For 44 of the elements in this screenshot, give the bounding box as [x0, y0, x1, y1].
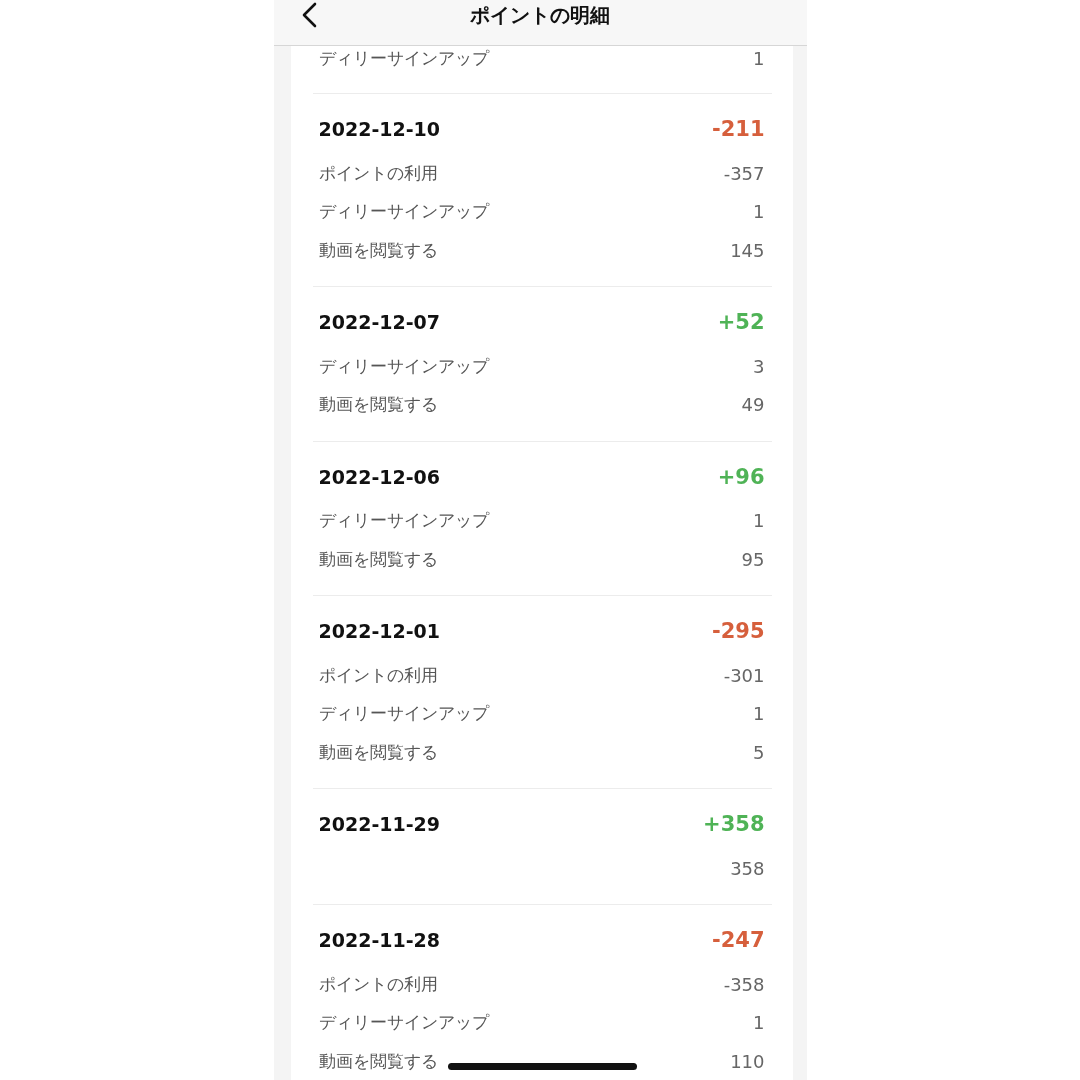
entry-date: 2022-11-29: [318, 813, 441, 835]
item-value: 5: [753, 741, 765, 763]
item-label: ポイントの利用: [318, 663, 438, 687]
item-label: 動画を閲覧する: [318, 740, 438, 764]
item-label: ディリーサインアップ: [318, 509, 489, 533]
item-value: 1: [753, 703, 765, 725]
item-value: 49: [741, 394, 765, 416]
entry-total: -211: [711, 117, 765, 141]
item-value: 145: [730, 239, 765, 261]
item-label: ディリーサインアップ: [318, 200, 489, 224]
entry-total: +96: [717, 464, 765, 489]
item-value: 3: [753, 355, 765, 377]
entry-date: 2022-12-01: [318, 620, 441, 642]
item-value: 1: [753, 201, 765, 223]
entry-total: -247: [711, 928, 765, 952]
item-value: 95: [741, 548, 765, 570]
entry-date: 2022-12-10: [318, 118, 441, 140]
item-label: ディリーサインアップ: [318, 702, 489, 726]
item-label: 動画を閲覧する: [318, 238, 438, 262]
entry-total: +358: [703, 812, 765, 836]
item-value: -357: [723, 162, 765, 184]
item-label: 動画を閲覧する: [318, 393, 438, 417]
chevron-left-icon: [300, 2, 317, 28]
item-value: -358: [723, 973, 765, 995]
item-value: 1: [753, 47, 765, 69]
item-value: 358: [730, 857, 765, 879]
item-label: ディリーサインアップ: [318, 354, 489, 378]
entry-date: 2022-12-07: [318, 311, 441, 333]
entry-total: +52: [717, 310, 765, 334]
entry-date: 2022-12-06: [318, 465, 441, 488]
entry-date: 2022-11-28: [318, 929, 441, 951]
item-label: ディリーサインアップ: [318, 1011, 489, 1035]
item-label: ポイントの利用: [318, 161, 438, 185]
item-label: 動画を閲覧する: [318, 547, 438, 571]
item-label: ポイントの利用: [318, 972, 438, 996]
item-value: 110: [730, 1050, 765, 1072]
item-value: -301: [723, 664, 765, 686]
item-value: 1: [753, 510, 765, 532]
back-button[interactable]: [300, 2, 317, 28]
item-value: 1: [753, 1012, 765, 1034]
item-label: 動画を閲覧する: [318, 1049, 438, 1073]
entry-total: -295: [711, 619, 765, 643]
item-label: ディリーサインアップ: [318, 46, 489, 70]
page-title: ポイントの明細: [470, 3, 610, 27]
